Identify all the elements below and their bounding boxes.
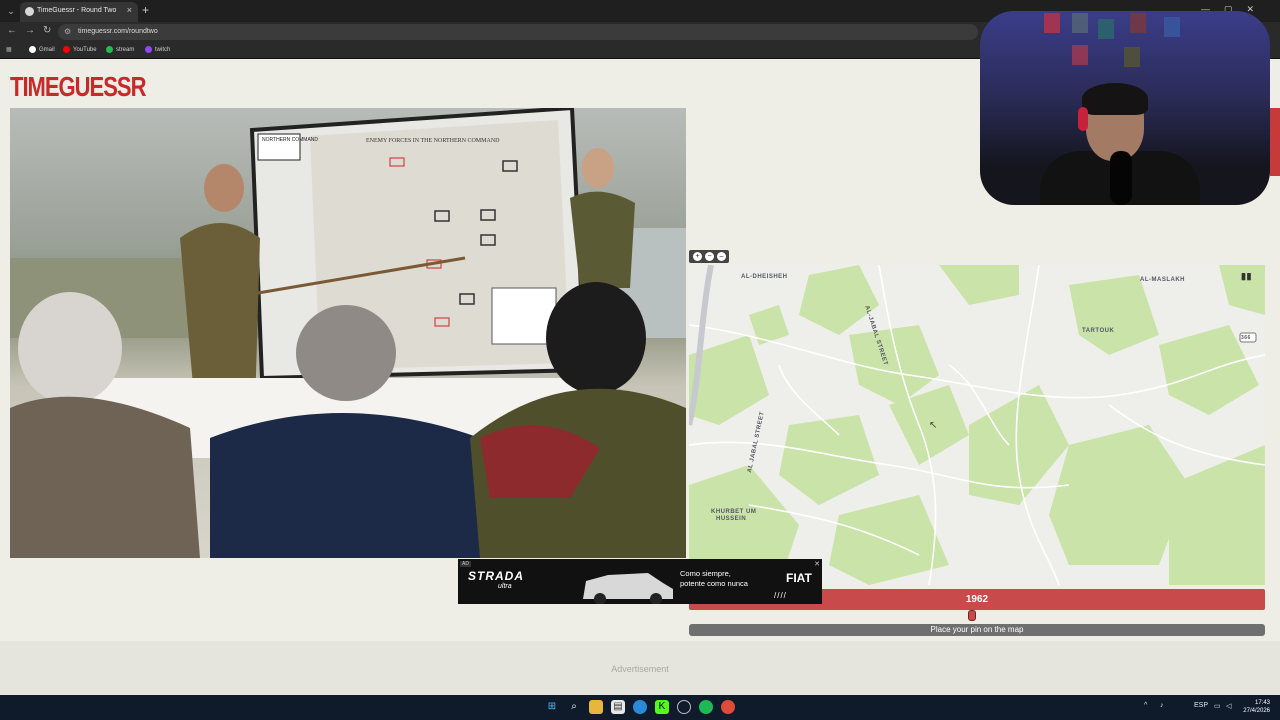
ad-fiat-logo: FIAT (786, 571, 812, 585)
spotify-icon[interactable] (699, 700, 713, 714)
timeguessr-logo[interactable]: TIMEGUESSR (10, 67, 146, 106)
webcam-overlay (980, 11, 1270, 205)
route-shield-label: 366 (1241, 335, 1251, 341)
bookmark-youtube[interactable]: YouTube (63, 46, 97, 53)
ad-stripes: //// (774, 591, 787, 600)
photo-map-heading: ENEMY FORCES IN THE NORTHERN COMMAND (366, 138, 500, 144)
headset-icon (1078, 107, 1088, 131)
guess-map[interactable]: AL-DHEISHEH AL-MASLAKH AL-JABAL STREET T… (689, 265, 1265, 585)
ad-brand: STRADA (468, 569, 524, 583)
ad-close-icon[interactable]: ✕ (814, 560, 820, 568)
map-tiles (689, 265, 1265, 585)
volume-mixer-icon[interactable]: ♪ (1160, 702, 1164, 709)
wall-poster (1072, 13, 1088, 33)
language-indicator[interactable]: ESP (1194, 702, 1208, 709)
wall-poster (1072, 45, 1088, 65)
gmail-icon (29, 46, 36, 53)
network-icon[interactable]: ▭ (1214, 702, 1221, 710)
favicon-icon (25, 7, 34, 16)
map-label-khurbet: KHURBET UM (711, 509, 757, 515)
bookmark-gmail[interactable]: Gmail (29, 46, 55, 53)
windows-taskbar: ⊞ ⌕ ▤ K ^ ♪ ESP ▭ ◁ 17:43 27/4/2026 (0, 695, 1280, 720)
wall-poster (1164, 17, 1180, 37)
site-info-icon[interactable]: ⚙ (64, 27, 71, 36)
photo-illustration: NORTHERN COMMAND ENEMY FORCES IN THE NOR… (10, 108, 686, 558)
clock-time: 17:43 (1254, 700, 1270, 706)
windows-start-icon[interactable]: ⊞ (545, 700, 559, 714)
twitch-icon (145, 46, 152, 53)
speaker-icon[interactable]: ◁ (1226, 702, 1231, 710)
bookmark-stream[interactable]: stream (106, 46, 134, 53)
new-tab-button[interactable]: + (142, 3, 149, 17)
wall-poster (1124, 47, 1140, 67)
ad-tagline-2: potente como nunca (680, 579, 748, 588)
obs-icon[interactable] (677, 700, 691, 714)
reload-icon[interactable]: ↻ (43, 25, 51, 36)
ad-tagline-1: Como siempre, (680, 569, 731, 578)
apps-icon[interactable]: ▦ (6, 46, 12, 53)
url-text: timeguessr.com/roundtwo (78, 28, 158, 35)
chrome-icon[interactable] (721, 700, 735, 714)
tab-close-icon[interactable]: × (127, 5, 132, 15)
back-icon[interactable]: ← (7, 25, 17, 36)
zoom-in-icon[interactable]: + (693, 252, 702, 261)
search-icon[interactable]: ⌕ (567, 700, 581, 714)
wall-poster (1044, 13, 1060, 33)
zoom-out-icon[interactable]: − (705, 252, 714, 261)
youtube-icon (63, 46, 70, 53)
system-clock[interactable]: 17:43 27/4/2026 (1238, 699, 1270, 715)
side-accent (1270, 108, 1280, 176)
map-label-al-dheisheh: AL-DHEISHEH (741, 274, 788, 280)
forward-icon[interactable]: → (25, 25, 35, 36)
map-label-hussein: HUSSEIN (716, 516, 747, 522)
streamer-hair (1082, 83, 1148, 115)
kick-icon[interactable]: K (655, 700, 669, 714)
clock-date: 27/4/2026 (1243, 708, 1270, 714)
tab-search-icon[interactable]: ⌄ (4, 4, 18, 18)
calendar-icon[interactable]: ▤ (611, 700, 625, 714)
map-layers-icon[interactable]: ▮▮ (1241, 271, 1252, 282)
wall-poster (1130, 13, 1146, 33)
year-slider-thumb[interactable] (968, 610, 976, 621)
ad-banner[interactable]: AD STRADA ultra Como siempre, potente co… (458, 559, 822, 604)
map-toolbar: + − – (689, 250, 729, 263)
ad-label: AD (460, 561, 471, 567)
photo-map-title: NORTHERN COMMAND (262, 137, 318, 143)
ad-sub: ultra (498, 583, 512, 590)
round-photo: NORTHERN COMMAND ENEMY FORCES IN THE NOR… (10, 108, 686, 558)
map-label-tartouk: TARTOUK (1082, 328, 1115, 334)
address-bar[interactable]: ⚙ timeguessr.com/roundtwo (58, 24, 978, 40)
microphone-icon (1110, 151, 1132, 205)
footer-advertisement: Advertisement (0, 641, 1280, 695)
advertisement-label: Advertisement (611, 664, 669, 674)
edge-icon[interactable] (633, 700, 647, 714)
bookmark-twitch[interactable]: twitch (145, 46, 170, 53)
kick-icon (106, 46, 113, 53)
place-pin-button[interactable]: Place your pin on the map (689, 624, 1265, 636)
map-label-al-maslakh: AL-MASLAKH (1140, 277, 1185, 283)
collapse-map-icon[interactable]: – (717, 252, 726, 261)
tab-timeguessr[interactable]: TimeGuessr - Round Two × (20, 2, 138, 22)
tray-overflow-icon[interactable]: ^ (1144, 702, 1147, 709)
cursor-icon: ↖ (929, 420, 938, 431)
file-explorer-icon[interactable] (589, 700, 603, 714)
tab-title: TimeGuessr - Round Two (37, 7, 117, 14)
wall-poster (1098, 19, 1114, 39)
